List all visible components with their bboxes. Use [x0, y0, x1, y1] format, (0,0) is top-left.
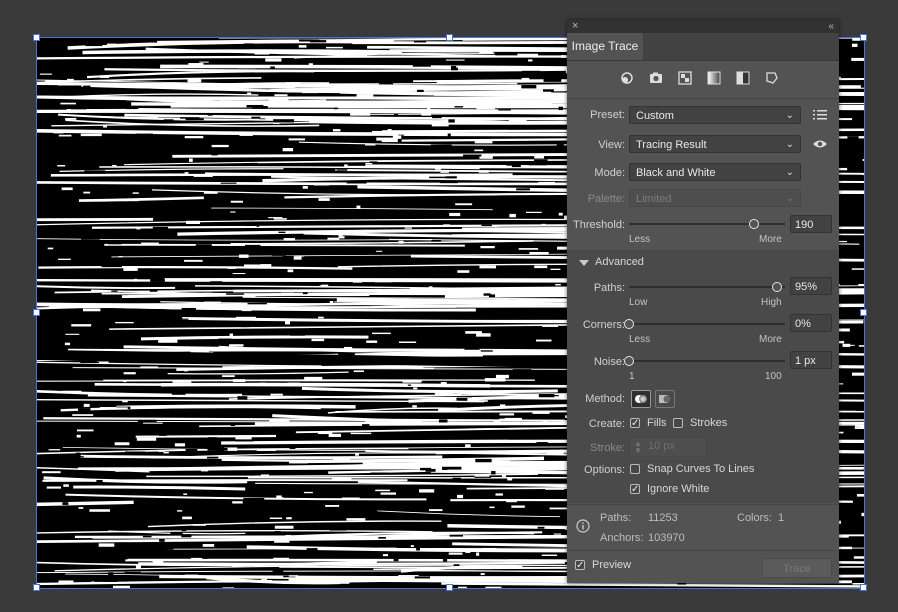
noise-max-label: 100: [765, 371, 782, 382]
grayscale-icon[interactable]: [706, 70, 722, 86]
preset-icon-row: [619, 70, 780, 86]
preview-checkbox[interactable]: ✓: [575, 560, 585, 571]
threshold-min-label: Less: [629, 234, 651, 245]
selection-handle-tr[interactable]: [860, 34, 867, 41]
strokes-checkbox[interactable]: [673, 418, 683, 428]
preset-label: Preset:: [590, 109, 625, 121]
palette-dropdown: Limited ⌄: [629, 189, 801, 207]
selection-handle-bl[interactable]: [33, 584, 40, 591]
threshold-label: Threshold:: [573, 219, 625, 231]
corners-label: Corners:: [582, 319, 625, 331]
chevron-down-icon: ⌄: [785, 167, 794, 178]
noise-input[interactable]: 1 px: [790, 351, 832, 369]
mode-dropdown[interactable]: Black and White ⌄: [629, 163, 801, 181]
selection-handle-ml[interactable]: [33, 309, 40, 316]
threshold-slider-thumb[interactable]: [748, 219, 759, 229]
paths-input[interactable]: 95%: [790, 277, 832, 295]
noise-label: Noise:: [593, 356, 625, 368]
noise-slider-track[interactable]: [629, 360, 785, 362]
method-abutting-button[interactable]: [631, 390, 651, 408]
info-paths-value: 11253: [648, 512, 678, 524]
corners-input[interactable]: 0%: [790, 314, 832, 332]
outline-icon[interactable]: [764, 70, 780, 86]
auto-color-icon[interactable]: [619, 70, 635, 86]
selection-handle-tl[interactable]: [33, 34, 40, 41]
info-anchors-value: 103970: [648, 532, 685, 544]
panel-tab-bar: Image Trace: [567, 33, 839, 61]
advanced-toggle[interactable]: Advanced: [595, 256, 644, 268]
selection-handle-bm[interactable]: [446, 584, 453, 591]
corners-slider-thumb[interactable]: [624, 319, 634, 329]
info-paths-label: Paths:: [600, 512, 632, 524]
paths-label: Paths:: [593, 282, 625, 294]
noise-min-label: 1: [629, 371, 635, 382]
selection-handle-tm[interactable]: [446, 34, 453, 41]
stroke-input: ▲ ▼ 10 px: [629, 437, 707, 457]
info-colors-label: Colors:: [737, 512, 772, 524]
strokes-label: Strokes: [690, 417, 728, 429]
panel-title-bar[interactable]: × ‹‹: [567, 20, 839, 33]
chevron-down-icon: ⌄: [785, 139, 794, 150]
low-color-icon[interactable]: [677, 70, 693, 86]
selection-handle-mr[interactable]: [860, 309, 867, 316]
threshold-slider-track[interactable]: [629, 223, 785, 225]
disclosure-triangle-icon[interactable]: [579, 258, 589, 270]
preset-value: Custom: [636, 110, 674, 122]
selection-handle-br[interactable]: [860, 584, 867, 591]
mode-value: Black and White: [636, 167, 716, 179]
abutting-icon: [635, 395, 647, 403]
paths-max-label: High: [761, 297, 782, 308]
chevron-down-icon: ⌄: [785, 193, 794, 204]
corners-min-label: Less: [629, 334, 651, 345]
overlapping-icon: [659, 395, 671, 403]
trace-button[interactable]: Trace: [762, 558, 832, 578]
high-color-icon[interactable]: [648, 70, 664, 86]
collapse-panel-button[interactable]: ‹‹: [828, 20, 834, 33]
eye-icon[interactable]: [812, 139, 828, 152]
noise-slider-thumb[interactable]: [624, 356, 634, 366]
tab-image-trace[interactable]: Image Trace: [567, 33, 643, 60]
palette-value: Limited: [636, 193, 672, 205]
image-trace-panel: × ‹‹ Image Trace Preset: Custom ⌄ View: T…: [567, 20, 839, 583]
paths-slider-track[interactable]: [629, 286, 785, 288]
corners-slider-track[interactable]: [629, 323, 785, 325]
info-colors-value: 1: [778, 512, 785, 524]
info-icon: [576, 519, 590, 536]
chevron-down-icon: ⌄: [785, 110, 794, 121]
view-value: Tracing Result: [636, 139, 707, 151]
list-menu-icon[interactable]: [813, 109, 827, 124]
view-dropdown[interactable]: Tracing Result ⌄: [629, 135, 801, 153]
create-label: Create:: [588, 418, 625, 430]
close-panel-button[interactable]: ×: [572, 20, 578, 33]
stroke-label: Stroke:: [590, 442, 625, 454]
stroke-value: 10 px: [648, 440, 675, 452]
ignore-white-label: Ignore White: [647, 483, 710, 495]
preset-dropdown[interactable]: Custom ⌄: [629, 106, 801, 124]
palette-label: Palette:: [587, 193, 625, 205]
snap-curves-checkbox[interactable]: [630, 464, 640, 474]
threshold-input[interactable]: 190: [790, 215, 832, 233]
black-white-icon[interactable]: [735, 70, 751, 86]
ignore-white-checkbox[interactable]: ✓: [630, 484, 640, 495]
paths-min-label: Low: [629, 297, 648, 308]
threshold-max-label: More: [759, 234, 782, 245]
fills-checkbox[interactable]: ✓: [630, 418, 640, 429]
info-anchors-label: Anchors:: [600, 532, 644, 544]
snap-curves-label: Snap Curves To Lines: [647, 463, 755, 475]
stepper-icon: ▲ ▼: [634, 439, 642, 455]
corners-max-label: More: [759, 334, 782, 345]
options-label: Options:: [584, 464, 625, 476]
method-label: Method:: [585, 393, 625, 405]
fills-label: Fills: [647, 417, 667, 429]
view-label: View:: [598, 139, 625, 151]
preview-label: Preview: [592, 559, 632, 571]
method-overlapping-button[interactable]: [655, 390, 675, 408]
mode-label: Mode:: [594, 167, 625, 179]
